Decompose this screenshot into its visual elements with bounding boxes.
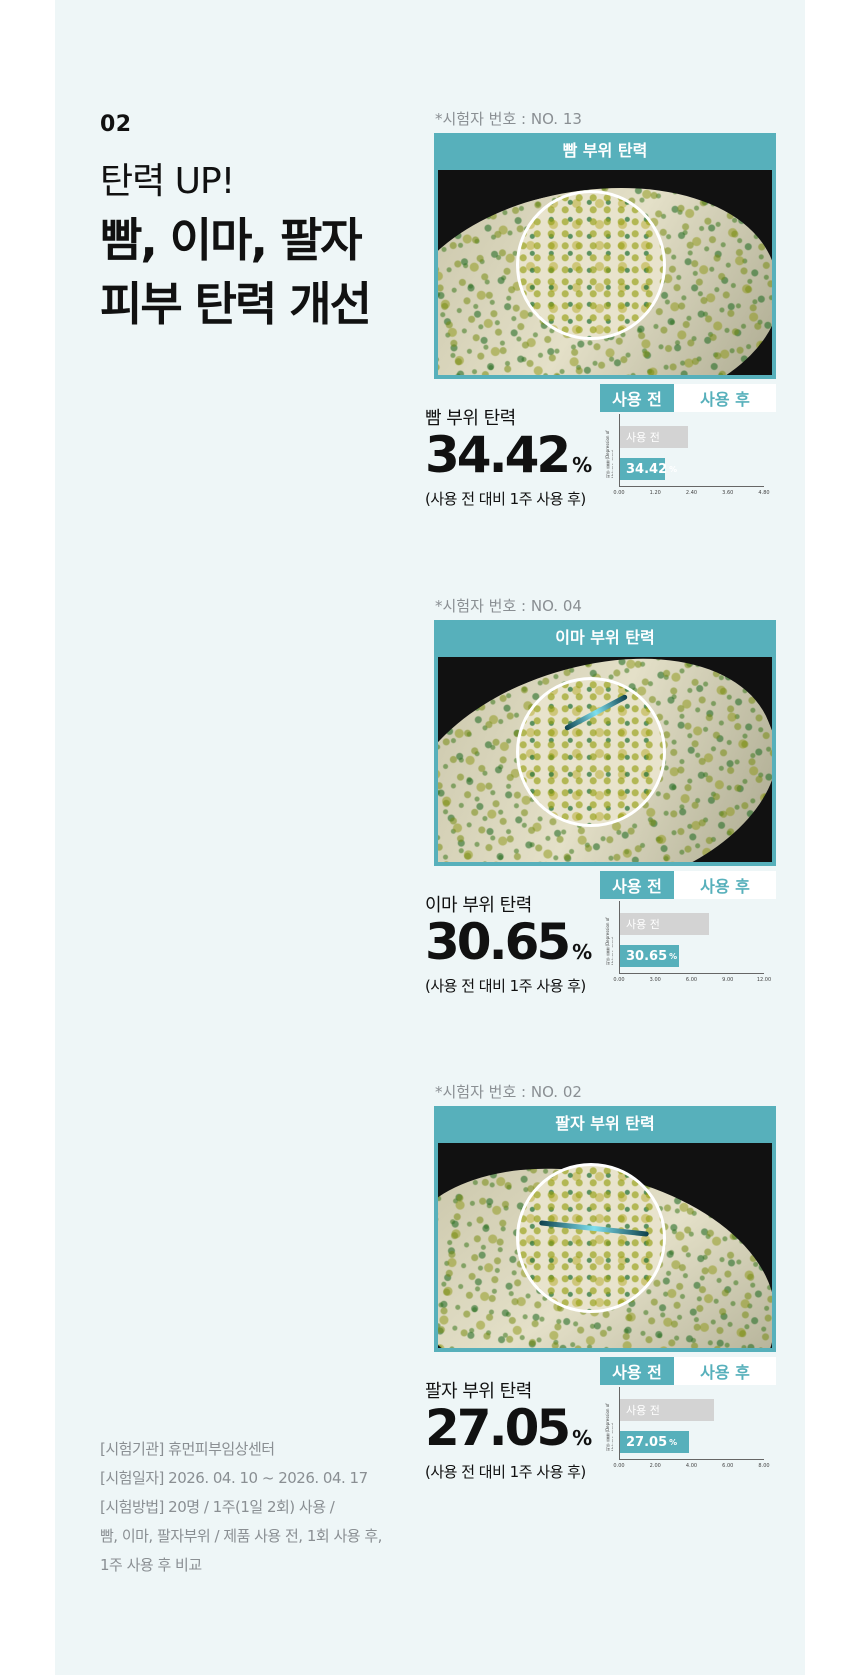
headline-small: 탄력 UP! <box>100 161 235 202</box>
headline-large: 빰, 이마, 팔자 피부 탄력 개선 <box>100 208 372 336</box>
tab-after[interactable]: 사용 후 <box>674 871 776 899</box>
headline-line-1: 빰, 이마, 팔자 <box>100 213 363 267</box>
scan-frame: 팔자 부위 탄력 <box>434 1106 776 1352</box>
chart-x-tick: 6.00 <box>722 1463 734 1469</box>
chart-x-tick: 6.00 <box>685 977 698 983</box>
test-info: [시험기관] 휴먼피부임상센터 [시험일자] 2026. 04. 10 ~ 20… <box>100 1435 382 1580</box>
chart-y-label: 피부 볼륨 (Depression of Volume, mm³) <box>605 917 613 965</box>
section-number: 02 <box>100 112 132 137</box>
chart-y-label: 피부 볼륨 (Depression of Volume, mm³) <box>605 1403 613 1451</box>
test-info-line: [시험일자] 2026. 04. 10 ~ 2026. 04. 17 <box>100 1469 368 1487</box>
test-info-line: [시험방법] 20명 / 1주(1일 2회) 사용 / <box>100 1498 335 1516</box>
chart-x-tick: 2.00 <box>649 1463 661 1469</box>
chart-x-tick: 0.00 <box>613 1463 625 1469</box>
bar-after: 30.65% <box>620 945 680 967</box>
bar-after: 34.42% <box>620 458 677 480</box>
stat-note: (사용 전 대비 1주 사용 후) <box>425 1463 586 1481</box>
chart-x-tick: 8.00 <box>758 1463 770 1469</box>
stat-value: 30.65% <box>425 913 592 971</box>
bar-before: 사용 전 <box>620 426 688 448</box>
chart-x-tick: 4.80 <box>758 490 770 496</box>
before-after-tabs[interactable]: 사용 전 사용 후 <box>600 871 776 899</box>
scan-title: 팔자 부위 탄력 <box>555 1114 655 1133</box>
before-after-tabs[interactable]: 사용 전 사용 후 <box>600 1357 776 1385</box>
scan-title: 이마 부위 탄력 <box>555 628 655 647</box>
chart-x-tick: 4.00 <box>685 1463 698 1469</box>
skin-scan-image <box>438 657 772 862</box>
chart-x-tick: 0.00 <box>613 490 625 496</box>
chart-x-axis <box>619 486 764 487</box>
wrinkle-mark <box>563 693 629 732</box>
chart-x-axis <box>619 1459 764 1460</box>
before-after-tabs[interactable]: 사용 전 사용 후 <box>600 384 776 412</box>
tab-after[interactable]: 사용 후 <box>674 384 776 412</box>
tab-before[interactable]: 사용 전 <box>600 384 674 412</box>
chart-x-tick: 2.40 <box>685 490 698 496</box>
magnifier-circle <box>516 1163 666 1313</box>
magnifier-circle <box>516 190 666 340</box>
tab-after[interactable]: 사용 후 <box>674 1357 776 1385</box>
bar-after: 27.05% <box>620 1431 689 1453</box>
scan-frame: 이마 부위 탄력 <box>434 620 776 866</box>
magnifier-circle <box>516 677 666 827</box>
mini-bar-chart: 피부 볼륨 (Depression of Volume, mm³) 사용 전 30.… <box>605 897 775 987</box>
chart-x-tick: 12.00 <box>756 977 772 983</box>
scan-frame: 빰 부위 탄력 <box>434 133 776 379</box>
bar-before: 사용 전 <box>620 1399 715 1421</box>
stat-note: (사용 전 대비 1주 사용 후) <box>425 490 586 508</box>
chart-x-tick: 9.00 <box>722 977 734 983</box>
subject-number: *시험자 번호 : NO. 13 <box>435 110 582 128</box>
mini-bar-chart: 피부 볼륨 (Depression of Volume, mm³) 사용 전 27.… <box>605 1383 775 1473</box>
skin-scan-image <box>438 1143 772 1348</box>
chart-x-axis <box>619 973 764 974</box>
wrinkle-mark <box>539 1220 649 1237</box>
stat-number: 30.65 <box>425 913 571 971</box>
stat-number: 34.42 <box>425 426 571 484</box>
chart-x-tick: 1.20 <box>649 490 661 496</box>
test-info-line: [시험기관] 휴먼피부임상센터 <box>100 1440 275 1458</box>
stat-unit: % <box>572 1426 593 1450</box>
chart-y-label: 피부 볼륨 (Depression of Volume, mm³) <box>605 430 613 478</box>
subject-number: *시험자 번호 : NO. 04 <box>435 597 582 615</box>
test-info-line: 1주 사용 후 비교 <box>100 1556 202 1574</box>
stat-note: (사용 전 대비 1주 사용 후) <box>425 977 586 995</box>
chart-x-tick: 3.00 <box>649 977 661 983</box>
tab-before[interactable]: 사용 전 <box>600 1357 674 1385</box>
subject-number: *시험자 번호 : NO. 02 <box>435 1083 582 1101</box>
chart-x-tick: 0.00 <box>613 977 625 983</box>
stat-unit: % <box>572 940 593 964</box>
headline-line-2: 피부 탄력 개선 <box>100 277 372 331</box>
skin-scan-image <box>438 170 772 375</box>
tab-before[interactable]: 사용 전 <box>600 871 674 899</box>
scan-title: 빰 부위 탄력 <box>562 141 648 160</box>
stat-value: 27.05% <box>425 1399 592 1457</box>
mini-bar-chart: 피부 볼륨 (Depression of Volume, mm³) 사용 전 34.… <box>605 410 775 500</box>
stat-unit: % <box>572 453 593 477</box>
test-info-line: 빰, 이마, 팔자부위 / 제품 사용 전, 1회 사용 후, <box>100 1527 382 1545</box>
stat-number: 27.05 <box>425 1399 571 1457</box>
chart-x-tick: 3.60 <box>722 490 734 496</box>
stat-value: 34.42% <box>425 426 592 484</box>
bar-before: 사용 전 <box>620 913 710 935</box>
